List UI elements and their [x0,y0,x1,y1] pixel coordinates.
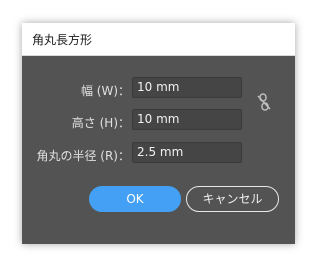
cancel-button[interactable]: キャンセル [186,186,279,212]
height-label: 高さ (H)： [71,116,130,130]
title-bar[interactable]: 角丸長方形 [22,23,295,56]
corner-radius-label: 角丸の半径 (R)： [36,149,130,163]
corner-radius-field[interactable]: 2.5 mm [132,142,242,163]
unlinked-chain-icon[interactable] [256,93,272,111]
ok-button[interactable]: OK [89,186,181,212]
height-field[interactable]: 10 mm [132,109,242,130]
width-label: 幅 (W)： [80,84,130,98]
rounded-rectangle-dialog: 角丸長方形 幅 (W)： 10 mm 高さ (H)： 10 mm 角丸の半径 (… [22,23,295,244]
width-field[interactable]: 10 mm [132,77,242,98]
dialog-title: 角丸長方形 [32,33,93,47]
